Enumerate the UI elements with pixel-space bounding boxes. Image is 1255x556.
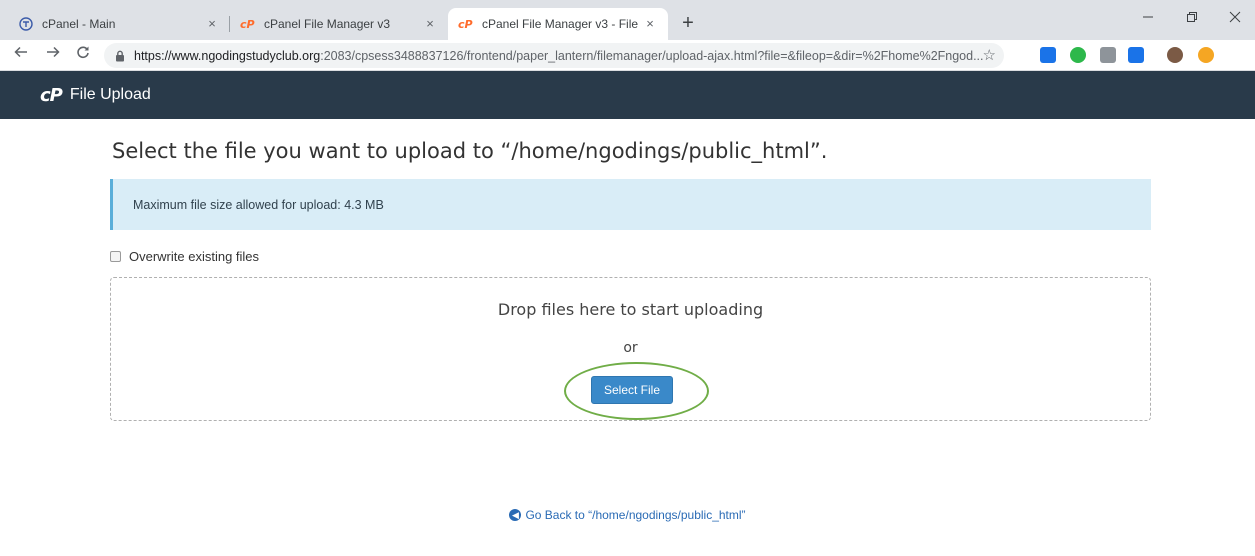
reload-icon[interactable] bbox=[72, 44, 94, 66]
extension-icon[interactable] bbox=[1100, 47, 1116, 63]
highlight-annotation bbox=[564, 362, 709, 420]
cpanel-logo-icon: cP bbox=[458, 16, 474, 32]
tab-close-icon[interactable]: × bbox=[204, 16, 220, 32]
update-alert-icon[interactable] bbox=[1198, 47, 1214, 63]
tab-title: cPanel - Main bbox=[42, 17, 116, 31]
bookmark-star-icon[interactable]: ☆ bbox=[983, 47, 996, 64]
browser-toolbar: https://www.ngodingstudyclub.org:2083/cp… bbox=[0, 40, 1255, 71]
tab-title: cPanel File Manager v3 bbox=[264, 17, 391, 31]
forward-arrow-icon[interactable] bbox=[42, 44, 64, 66]
url-host: https://www.ngodingstudyclub.org bbox=[134, 48, 321, 63]
tab-cpanel-main[interactable]: cPanel - Main × bbox=[8, 8, 230, 40]
go-back-link[interactable]: ◀ Go Back to “/home/ngodings/public_html… bbox=[0, 508, 1255, 522]
arrow-left-circle-icon: ◀ bbox=[509, 509, 522, 521]
file-size-alert: Maximum file size allowed for upload: 4.… bbox=[110, 179, 1151, 230]
file-drop-zone[interactable]: Drop files here to start uploading or Se… bbox=[110, 277, 1151, 421]
extension-icon[interactable] bbox=[1040, 47, 1056, 63]
lock-icon bbox=[114, 50, 126, 62]
upload-heading: Select the file you want to upload to “/… bbox=[112, 139, 828, 163]
minimize-icon[interactable] bbox=[1133, 6, 1163, 30]
alert-text: Maximum file size allowed for upload: 4.… bbox=[133, 197, 384, 212]
page-title: File Upload bbox=[69, 86, 151, 103]
profile-avatar[interactable] bbox=[1167, 47, 1183, 63]
overwrite-label: Overwrite existing files bbox=[129, 249, 260, 264]
url-path: :2083/cpsess3488837126/frontend/paper_la… bbox=[320, 48, 984, 63]
tab-close-icon[interactable]: × bbox=[642, 16, 658, 32]
cpanel-logo-icon: cP bbox=[240, 16, 256, 32]
new-tab-button[interactable]: + bbox=[676, 12, 700, 36]
go-back-label: Go Back to “/home/ngodings/public_html” bbox=[525, 508, 746, 522]
or-separator: or bbox=[623, 340, 638, 356]
tab-close-icon[interactable]: × bbox=[422, 16, 438, 32]
overwrite-option[interactable]: Overwrite existing files bbox=[110, 249, 259, 264]
drop-instructions: Drop files here to start uploading bbox=[497, 300, 764, 319]
address-bar[interactable]: https://www.ngodingstudyclub.org:2083/cp… bbox=[104, 43, 1004, 68]
tab-file-upload[interactable]: cP cPanel File Manager v3 - File Upl × bbox=[448, 8, 668, 40]
extension-icon[interactable] bbox=[1128, 47, 1144, 63]
browser-tab-strip: cPanel - Main × cP cPanel File Manager v… bbox=[0, 0, 1255, 40]
extension-icon[interactable] bbox=[1070, 47, 1086, 63]
tab-file-manager[interactable]: cP cPanel File Manager v3 × bbox=[230, 8, 448, 40]
svg-text:cP: cP bbox=[458, 18, 473, 30]
back-arrow-icon[interactable] bbox=[10, 44, 32, 66]
app-header: cP File Upload bbox=[0, 71, 1255, 119]
cpanel-logo: cP bbox=[40, 84, 63, 106]
overwrite-checkbox[interactable] bbox=[110, 251, 121, 262]
svg-text:cP: cP bbox=[240, 18, 255, 30]
tab-title: cPanel File Manager v3 - File Upl bbox=[482, 17, 642, 31]
close-window-icon[interactable] bbox=[1220, 6, 1250, 30]
restore-icon[interactable] bbox=[1177, 6, 1207, 30]
cpanel-main-icon bbox=[18, 16, 34, 32]
